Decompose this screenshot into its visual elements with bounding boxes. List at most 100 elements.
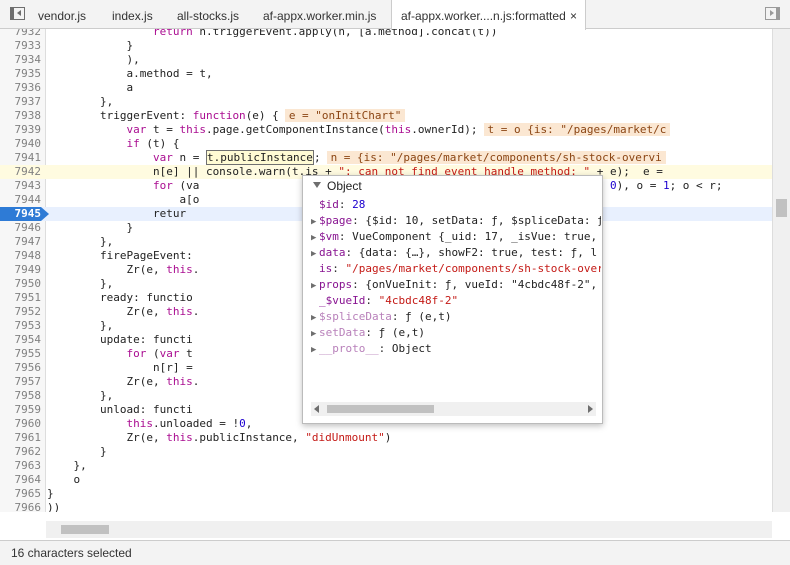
code-text: } <box>47 487 54 500</box>
line-number[interactable]: 7960 <box>0 417 42 431</box>
property-key: $id <box>319 198 339 211</box>
object-preview-popover[interactable]: Object $id: 28 ▶ $page: {$id: 10, setData:… <box>302 175 603 424</box>
object-property-row: $id: 28 <box>319 198 366 211</box>
expand-arrow-icon[interactable]: ▶ <box>311 326 319 341</box>
toggle-debugger-icon[interactable] <box>765 7 780 20</box>
code-line[interactable]: 7933 } <box>0 39 772 53</box>
line-number[interactable]: 7954 <box>0 333 42 347</box>
expand-arrow-icon[interactable]: ▶ <box>311 278 319 293</box>
object-property-row[interactable]: ▶ __proto__: Object <box>311 341 601 357</box>
scroll-left-icon[interactable] <box>314 405 319 413</box>
code-line[interactable]: 7936 a <box>0 81 772 95</box>
line-number[interactable]: 7934 <box>0 53 42 67</box>
code-line[interactable]: 7934 ), <box>0 53 772 67</box>
code-text: this.unloaded = !0, <box>126 417 253 430</box>
code-line[interactable]: 7963 }, <box>0 459 772 473</box>
code-line[interactable]: 7941 var n = t.publicInstance; n = {is: "… <box>0 150 772 165</box>
code-line[interactable]: 7932 return n.triggerEvent.apply(n, [a.m… <box>0 29 772 39</box>
vertical-scrollbar[interactable] <box>772 29 790 512</box>
line-number[interactable]: 7939 <box>0 123 42 137</box>
expand-arrow-icon[interactable]: ▶ <box>311 230 319 245</box>
line-number[interactable]: 7953 <box>0 319 42 333</box>
expand-arrow-icon[interactable]: ▶ <box>311 214 319 229</box>
code-line[interactable]: 7935 a.method = t, <box>0 67 772 81</box>
code-line[interactable]: 7962 } <box>0 445 772 459</box>
code-text: )) <box>47 501 61 512</box>
line-number[interactable]: 7944 <box>0 193 42 207</box>
tab-all-stocks-js[interactable]: all-stocks.js <box>177 0 239 29</box>
line-number[interactable]: 7938 <box>0 109 42 123</box>
line-number[interactable]: 7962 <box>0 445 42 459</box>
object-property-row[interactable]: ▶ $spliceData: ƒ (e,t) <box>311 309 601 325</box>
toggle-navigator-icon[interactable] <box>10 7 25 20</box>
code-line[interactable]: 7961 Zr(e, this.publicInstance, "didUnmo… <box>0 431 772 445</box>
line-number[interactable]: 7949 <box>0 263 42 277</box>
line-number[interactable]: 7937 <box>0 95 42 109</box>
object-property-row[interactable]: ▶ data: {data: {…}, showF2: true, test: ƒ… <box>311 245 601 261</box>
line-number[interactable]: 7947 <box>0 235 42 249</box>
popover-title[interactable]: Object <box>313 179 362 193</box>
code-text: n[r] = <box>47 361 193 374</box>
line-number[interactable]: 7958 <box>0 389 42 403</box>
horizontal-scrollbar[interactable] <box>46 521 772 538</box>
line-number[interactable]: 7966 <box>0 501 42 512</box>
line-number[interactable]: 7963 <box>0 459 42 473</box>
tab-af-appx-worker-min-js[interactable]: af-appx.worker.min.js <box>263 0 376 29</box>
property-value: ƒ (e,t) <box>405 310 452 323</box>
line-number[interactable]: 7936 <box>0 81 42 95</box>
code-line[interactable]: 7937 }, <box>0 95 772 109</box>
scroll-right-icon[interactable] <box>588 405 593 413</box>
line-number[interactable]: 7932 <box>0 29 42 39</box>
horizontal-scrollbar-thumb[interactable] <box>61 525 109 534</box>
line-number[interactable]: 7941 <box>0 151 42 165</box>
line-number[interactable]: 7959 <box>0 403 42 417</box>
object-property-row[interactable]: ▶ $page: {$id: 10, setData: ƒ, $spliceDat… <box>311 213 601 229</box>
code-text: } <box>47 221 134 234</box>
code-text: o <box>47 473 81 486</box>
property-value: {data: {…}, showF2: true, test: ƒ, l <box>358 246 598 259</box>
code-line[interactable]: 7940 if (t) { <box>0 137 772 151</box>
line-number[interactable]: 7956 <box>0 361 42 375</box>
line-number[interactable]: 7933 <box>0 39 42 53</box>
code-text: update: functi <box>47 333 193 346</box>
line-number[interactable]: 7964 <box>0 473 42 487</box>
object-property-row[interactable]: ▶ setData: ƒ (e,t) <box>311 325 601 341</box>
code-line[interactable]: 7965} <box>0 487 772 501</box>
code-text: var n = t.publicInstance; n = {is: "/page… <box>47 150 666 165</box>
line-number[interactable]: 7946 <box>0 221 42 235</box>
line-number[interactable]: 7943 <box>0 179 42 193</box>
expand-arrow-icon[interactable]: ▶ <box>311 246 319 261</box>
tab-label: af-appx.worker....n.js:formatted <box>401 9 566 23</box>
code-line[interactable]: 7939 var t = this.page.getComponentInsta… <box>0 123 772 137</box>
line-number[interactable]: 7948 <box>0 249 42 263</box>
code-line[interactable]: 7964 o <box>0 473 772 487</box>
expand-arrow-icon[interactable]: ▶ <box>311 310 319 325</box>
close-icon[interactable]: × <box>570 0 577 32</box>
line-number[interactable]: 7961 <box>0 431 42 445</box>
code-text: } <box>47 39 134 52</box>
line-number[interactable]: 7935 <box>0 67 42 81</box>
line-number[interactable]: 7950 <box>0 277 42 291</box>
code-line[interactable]: 7966)) <box>0 501 772 512</box>
inline-value-preview: t = o {is: "/pages/market/c <box>483 123 671 136</box>
line-number[interactable]: 7940 <box>0 137 42 151</box>
line-number[interactable]: 7951 <box>0 291 42 305</box>
line-number[interactable]: 7955 <box>0 347 42 361</box>
popover-scrollbar-thumb[interactable] <box>327 405 434 413</box>
popover-scrollbar[interactable] <box>311 402 596 416</box>
line-number[interactable]: 7952 <box>0 305 42 319</box>
line-number[interactable]: 7942 <box>0 165 41 179</box>
vertical-scrollbar-thumb[interactable] <box>776 199 787 217</box>
inline-value-preview: e = "onInitChart" <box>284 109 406 122</box>
tab-af-appx-worker-formatted[interactable]: af-appx.worker....n.js:formatted × <box>391 0 586 30</box>
line-number[interactable]: 7957 <box>0 375 42 389</box>
property-value: VueComponent {_uid: 17, _isVue: true, <box>352 230 598 243</box>
tab-vendor-js[interactable]: vendor.js <box>38 0 86 29</box>
line-number[interactable]: 7965 <box>0 487 42 501</box>
object-property-row[interactable]: ▶ props: {onVueInit: ƒ, vueId: "4cbdc48f-… <box>311 277 601 293</box>
line-number[interactable]: 7945 <box>0 207 49 221</box>
code-line[interactable]: 7938 triggerEvent: function(e) {e = "onI… <box>0 109 772 123</box>
object-property-row[interactable]: ▶ $vm: VueComponent {_uid: 17, _isVue: tr… <box>311 229 601 245</box>
expand-arrow-icon[interactable]: ▶ <box>311 342 319 357</box>
tab-index-js[interactable]: index.js <box>112 0 153 29</box>
